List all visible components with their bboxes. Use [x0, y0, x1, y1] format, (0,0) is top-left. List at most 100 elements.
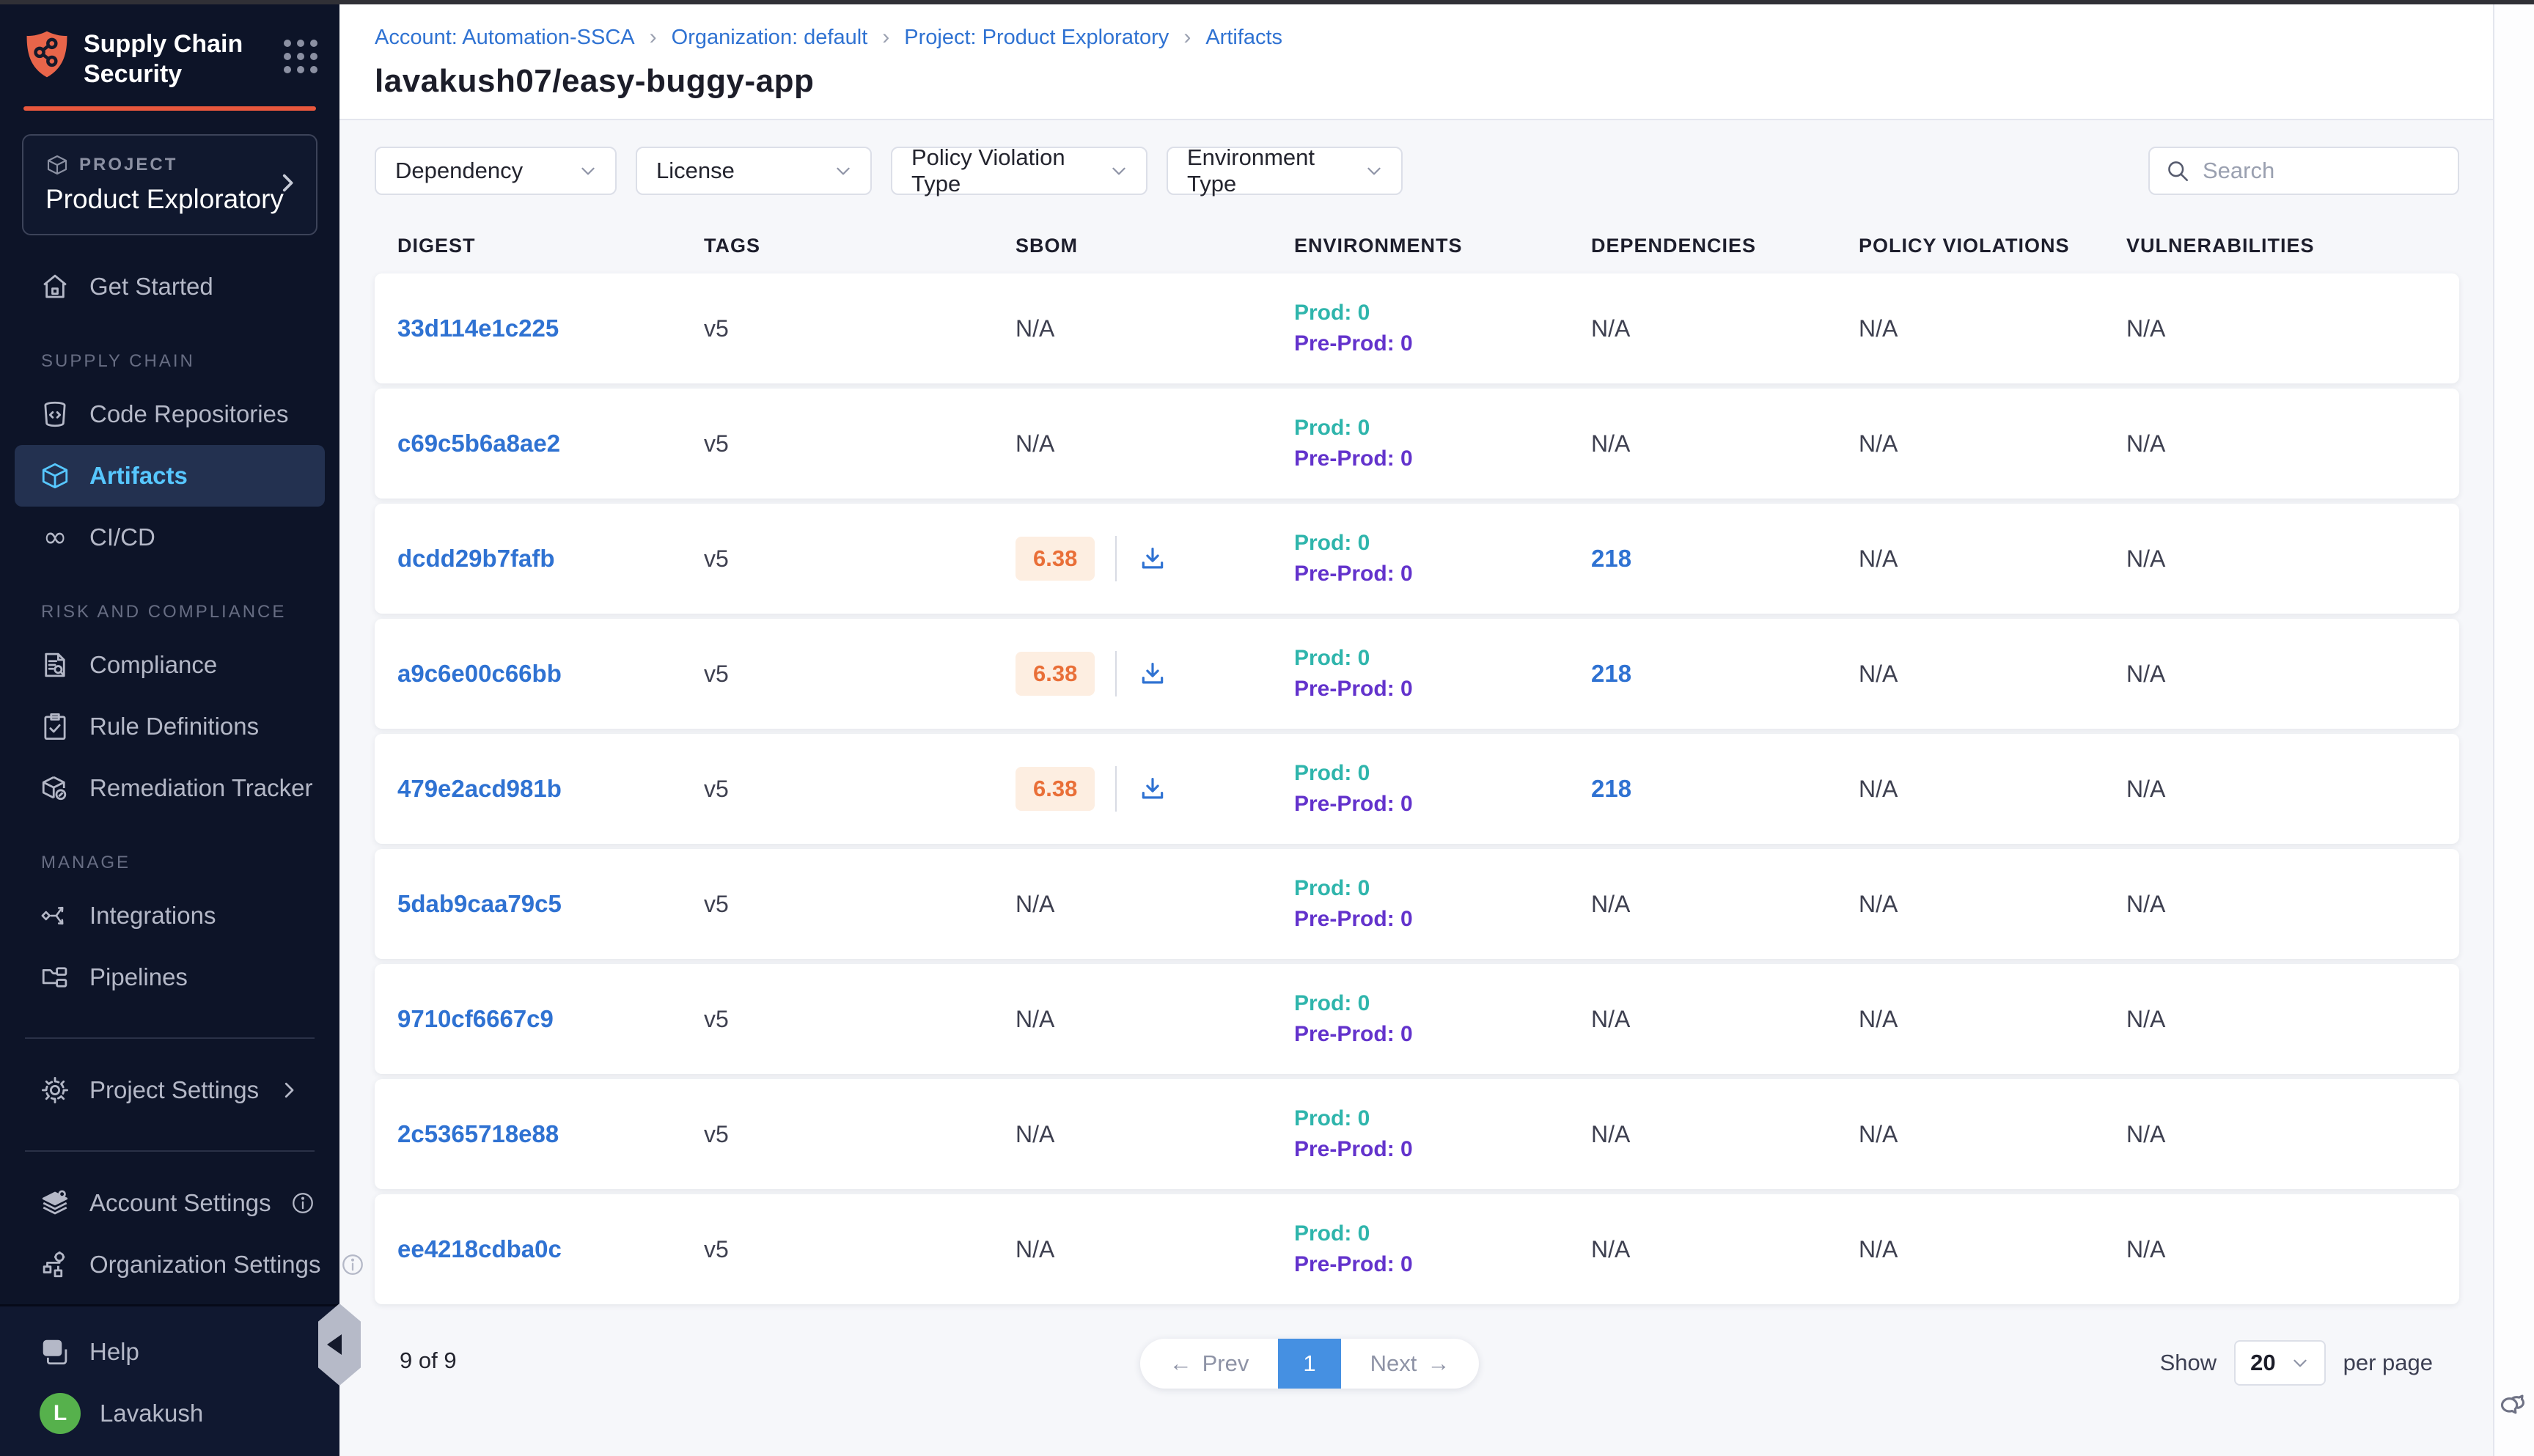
policy-violations-value: N/A [1859, 1121, 1898, 1147]
sidebar-item-remediation-tracker[interactable]: Remediation Tracker [15, 757, 325, 819]
sidebar-item-artifacts[interactable]: Artifacts [15, 445, 325, 507]
filter-dropdown-license[interactable]: License [636, 147, 872, 195]
divider [1115, 651, 1117, 696]
project-selector-label: PROJECT [79, 155, 177, 175]
avatar: L [40, 1393, 81, 1434]
sbom-score-badge: 6.38 [1016, 767, 1095, 811]
digest-link[interactable]: a9c6e00c66bb [397, 660, 562, 687]
sbom-na: N/A [1016, 1236, 1054, 1263]
document-search-icon [40, 650, 70, 680]
dependencies-link[interactable]: 218 [1591, 660, 1631, 687]
sbom-na: N/A [1016, 430, 1054, 457]
vulnerabilities-value: N/A [2126, 661, 2165, 687]
arrow-left-icon: ← [1169, 1350, 1192, 1377]
breadcrumb: Account: Automation-SSCA›Organization: d… [375, 25, 2459, 50]
digest-link[interactable]: 9710cf6667c9 [397, 1005, 554, 1032]
pipelines-icon [40, 962, 70, 993]
digest-link[interactable]: 2c5365718e88 [397, 1120, 559, 1147]
layers-gear-icon [40, 1188, 70, 1218]
sidebar-item-code-repositories[interactable]: Code Repositories [15, 383, 325, 445]
sidebar-item-label: Compliance [89, 651, 217, 679]
tag-value: v5 [704, 891, 729, 917]
vulnerabilities-value: N/A [2126, 1121, 2165, 1147]
help-button[interactable]: ? Help [15, 1321, 325, 1383]
page-title: lavakush07/easy-buggy-app [375, 63, 2459, 100]
sbom-download-icon[interactable] [1139, 545, 1167, 573]
next-page-button[interactable]: Next → [1341, 1339, 1479, 1389]
env-prod-count: Prod: 0 [1294, 876, 1591, 901]
policy-violations-value: N/A [1859, 315, 1898, 342]
env-prod-count: Prod: 0 [1294, 531, 1591, 556]
column-header: DEPENDENCIES [1591, 235, 1859, 257]
sidebar-item-project-settings[interactable]: Project Settings [15, 1059, 325, 1121]
chevron-down-icon [834, 161, 853, 180]
breadcrumb-link[interactable]: Organization: default [672, 26, 868, 50]
brand-accent-bar [23, 106, 316, 111]
sidebar-item-label: Account Settings [89, 1189, 271, 1217]
project-cube-icon [45, 153, 69, 177]
sidebar-item-rule-definitions[interactable]: Rule Definitions [15, 696, 325, 757]
nav-divider [25, 1037, 315, 1039]
filter-dropdown-dependency[interactable]: Dependency [375, 147, 617, 195]
infinity-icon: ∞ [40, 522, 70, 553]
vulnerabilities-value: N/A [2126, 1006, 2165, 1032]
digest-link[interactable]: c69c5b6a8ae2 [397, 430, 560, 457]
arrow-right-icon: → [1427, 1350, 1450, 1377]
digest-link[interactable]: 479e2acd981b [397, 775, 562, 802]
env-preprod-count: Pre-Prod: 0 [1294, 677, 1591, 702]
table-header-row: DIGESTTAGSSBOMENVIRONMENTSDEPENDENCIESPO… [375, 195, 2459, 273]
page-1-button[interactable]: 1 [1278, 1339, 1341, 1389]
chat-bubbles-icon[interactable] [2498, 1388, 2530, 1424]
sbom-download-icon[interactable] [1139, 775, 1167, 803]
table-row: ee4218cdba0cv5N/AProd: 0Pre-Prod: 0N/AN/… [375, 1194, 2459, 1304]
breadcrumb-link[interactable]: Artifacts [1205, 26, 1282, 50]
prev-page-button[interactable]: ← Prev [1140, 1339, 1278, 1389]
sidebar-item-account-settings[interactable]: Account Settings [15, 1172, 325, 1234]
nav-section-risk-compliance: RISK AND COMPLIANCE [41, 602, 325, 622]
collapse-left-arrow-icon [327, 1334, 342, 1355]
sbom-download-icon[interactable] [1139, 660, 1167, 688]
digest-link[interactable]: 33d114e1c225 [397, 315, 559, 342]
app-switcher-icon[interactable] [284, 40, 317, 73]
env-preprod-count: Pre-Prod: 0 [1294, 1022, 1591, 1047]
sidebar-item-pipelines[interactable]: Pipelines [15, 946, 325, 1008]
project-selector[interactable]: PROJECT Product Exploratory [22, 134, 317, 235]
vulnerabilities-value: N/A [2126, 1236, 2165, 1262]
chevron-right-icon [278, 1079, 300, 1101]
filter-dropdown-environment-type[interactable]: Environment Type [1167, 147, 1403, 195]
sidebar-item-compliance[interactable]: Compliance [15, 634, 325, 696]
sidebar-item-get-started[interactable]: Get Started [15, 256, 325, 317]
nav-section-manage: MANAGE [41, 853, 325, 873]
page-size-select[interactable]: 20 [2234, 1340, 2325, 1386]
dependencies-link[interactable]: 218 [1591, 775, 1631, 802]
digest-link[interactable]: ee4218cdba0c [397, 1235, 562, 1262]
user-menu[interactable]: L Lavakush [15, 1383, 325, 1444]
filter-dropdown-policy-violation-type[interactable]: Policy Violation Type [891, 147, 1147, 195]
breadcrumb-link[interactable]: Project: Product Exploratory [904, 26, 1169, 50]
policy-violations-value: N/A [1859, 545, 1898, 572]
dependencies-link[interactable]: 218 [1591, 545, 1631, 572]
search-input[interactable] [2203, 158, 2495, 184]
sidebar-item-label: Rule Definitions [89, 713, 259, 740]
pager: ← Prev 1 Next → [1140, 1339, 1479, 1389]
digest-link[interactable]: dcdd29b7fafb [397, 545, 555, 572]
user-name-label: Lavakush [100, 1400, 203, 1427]
env-preprod-count: Pre-Prod: 0 [1294, 907, 1591, 932]
breadcrumb-link[interactable]: Account: Automation-SSCA [375, 26, 635, 50]
sidebar-item-organization-settings[interactable]: Organization Settings [15, 1234, 325, 1295]
sidebar-item-cicd[interactable]: ∞ CI/CD [15, 507, 325, 568]
sbom-score-badge: 6.38 [1016, 652, 1095, 696]
sbom-score-badge: 6.38 [1016, 537, 1095, 581]
sidebar-item-label: Get Started [89, 273, 213, 301]
tag-value: v5 [704, 315, 729, 342]
env-prod-count: Prod: 0 [1294, 1221, 1591, 1246]
tag-value: v5 [704, 776, 729, 802]
column-header: TAGS [704, 235, 1016, 257]
env-preprod-count: Pre-Prod: 0 [1294, 1252, 1591, 1277]
page-header: Account: Automation-SSCA›Organization: d… [339, 0, 2493, 120]
digest-link[interactable]: 5dab9caa79c5 [397, 890, 562, 917]
sidebar-item-integrations[interactable]: Integrations [15, 885, 325, 946]
divider [1115, 536, 1117, 581]
svg-text:?: ? [49, 1343, 56, 1356]
show-label: Show [2160, 1350, 2217, 1376]
